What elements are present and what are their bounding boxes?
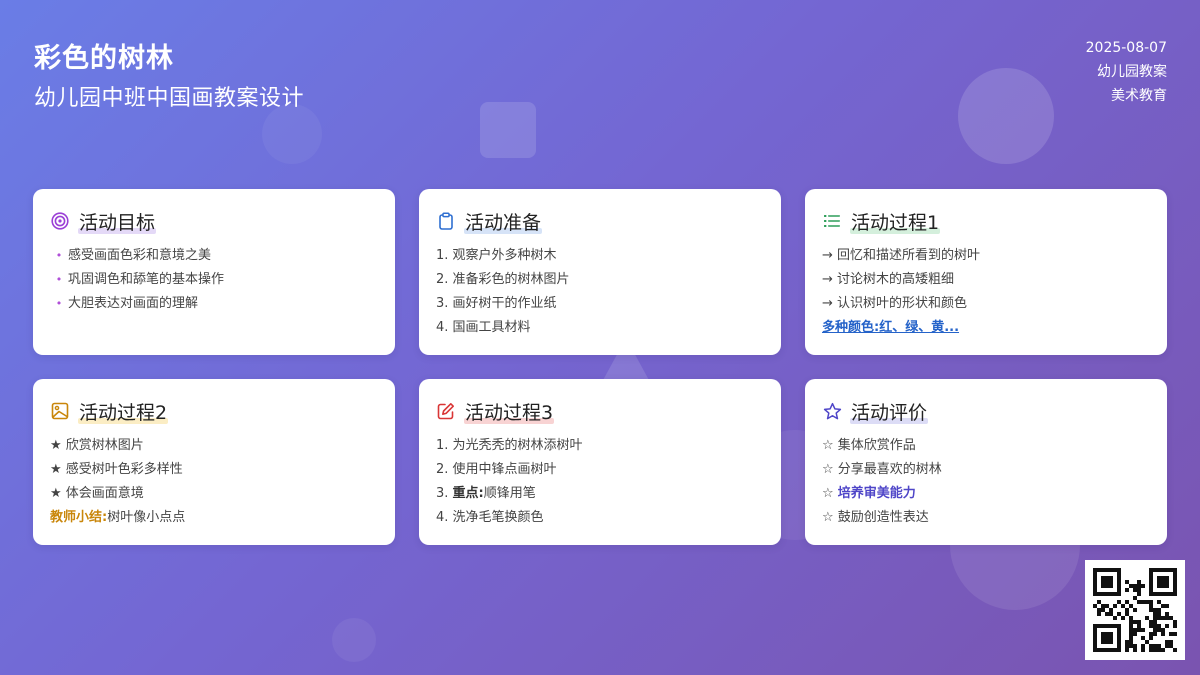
- list-item: ★ 欣赏树林图片: [50, 438, 144, 453]
- target-icon: [50, 211, 70, 231]
- card-title: 活动过程1: [850, 208, 941, 235]
- page-title: 彩色的树林: [34, 43, 174, 74]
- card-activity-evaluation: 活动评价 ☆ 集体欣赏作品 ☆ 分享最喜欢的树林 ☆ 培养审美能力 ☆ 鼓励创造…: [805, 379, 1167, 545]
- card-title: 活动准备: [464, 208, 543, 235]
- list-item: 1. 观察户外多种树木: [436, 248, 557, 263]
- list-item: → 认识树叶的形状和颜色: [822, 296, 968, 311]
- date-label: 2025-08-07: [1085, 40, 1167, 56]
- list-item: ★ 感受树叶色彩多样性: [50, 462, 183, 477]
- list-item: 2. 使用中锋点画树叶: [436, 462, 557, 477]
- list-item: 3. 重点:顺锋用笔: [436, 486, 536, 501]
- list-item: ☆ 分享最喜欢的树林: [822, 462, 942, 477]
- list-item: ☆ 鼓励创造性表达: [822, 510, 929, 525]
- decor-circle: [958, 68, 1054, 164]
- summary-text: 树叶像小点点: [107, 510, 186, 525]
- card-title: 活动评价: [850, 398, 929, 425]
- list-item: 巩固调色和舔笔的基本操作: [50, 268, 379, 292]
- summary-label: 教师小结:: [50, 510, 108, 525]
- decor-square: [480, 102, 536, 158]
- card-title: 活动目标: [78, 208, 157, 235]
- key-point-label: 重点:: [452, 486, 484, 501]
- card-activity-goals: 活动目标 感受画面色彩和意境之美 巩固调色和舔笔的基本操作 大胆表达对画面的理解: [33, 189, 395, 355]
- list-item: 1. 为光秃秃的树林添树叶: [436, 438, 583, 453]
- image-icon: [50, 401, 70, 421]
- card-activity-process-3: 活动过程3 1. 为光秃秃的树林添树叶 2. 使用中锋点画树叶 3. 重点:顺锋…: [419, 379, 781, 545]
- clipboard-icon: [436, 211, 456, 231]
- list-item: ☆ 培养审美能力: [822, 486, 916, 501]
- list-icon: [822, 211, 842, 231]
- qr-code[interactable]: [1085, 560, 1185, 660]
- emphasis-text: 培养审美能力: [837, 486, 916, 501]
- list-item: 3. 画好树干的作业纸: [436, 296, 557, 311]
- list-item: 2. 准备彩色的树林图片: [436, 272, 570, 287]
- qr-code-image: [1093, 568, 1177, 652]
- decor-circle: [262, 104, 322, 164]
- list-item: ☆ 集体欣赏作品: [822, 438, 916, 453]
- teacher-summary: 教师小结:树叶像小点点: [50, 506, 379, 530]
- category-label: 幼儿园教案: [1097, 64, 1167, 80]
- card-title: 活动过程3: [464, 398, 555, 425]
- list-item: 大胆表达对画面的理解: [50, 292, 379, 316]
- page-subtitle: 幼儿园中班中国画教案设计: [34, 86, 305, 111]
- list-item: → 回忆和描述所看到的树叶: [822, 248, 981, 263]
- list-item: → 讨论树木的高矮粗细: [822, 272, 955, 287]
- list-item: ★ 体会画面意境: [50, 486, 144, 501]
- card-title: 活动过程2: [78, 398, 169, 425]
- header-meta: 2025-08-07 幼儿园教案 美术教育: [1086, 36, 1167, 108]
- card-activity-process-2: 活动过程2 ★ 欣赏树林图片 ★ 感受树叶色彩多样性 ★ 体会画面意境 教师小结…: [33, 379, 395, 545]
- list-item: 4. 洗净毛笔换颜色: [436, 510, 544, 525]
- subject-label: 美术教育: [1111, 88, 1167, 104]
- card-activity-preparation: 活动准备 1. 观察户外多种树木 2. 准备彩色的树林图片 3. 画好树干的作业…: [419, 189, 781, 355]
- edit-icon: [436, 401, 456, 421]
- list-item: 4. 国画工具材料: [436, 320, 531, 335]
- star-icon: [822, 401, 842, 421]
- decor-circle: [332, 618, 376, 662]
- highlight-link[interactable]: 多种颜色:红、绿、黄...: [822, 316, 1151, 340]
- list-item: 感受画面色彩和意境之美: [50, 244, 379, 268]
- card-activity-process-1: 活动过程1 → 回忆和描述所看到的树叶 → 讨论树木的高矮粗细 → 认识树叶的形…: [805, 189, 1167, 355]
